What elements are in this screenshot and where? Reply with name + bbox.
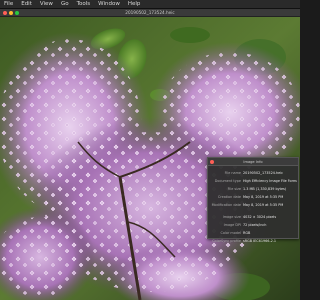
menu-view[interactable]: View	[40, 0, 53, 9]
info-label: File name	[224, 171, 241, 175]
info-row-color-model: Color model RGB	[211, 229, 297, 237]
info-value: 72 pixels/inch	[243, 223, 267, 227]
info-row-file-name: File name 20190502_173524.heic	[211, 169, 297, 177]
info-value: May 8, 2019 at 5:35 PM	[243, 195, 284, 199]
info-value: 20190502_173524.heic	[243, 171, 284, 175]
info-row-modification-date: Modification date May 8, 2019 at 5:35 PM	[211, 201, 297, 209]
info-value: 1.3 MB (1,330,839 bytes)	[243, 187, 287, 191]
info-label: Modification date	[211, 203, 241, 207]
info-panel-titlebar[interactable]: Image Info	[208, 158, 298, 166]
info-label: Document type	[214, 179, 241, 183]
menu-window[interactable]: Window	[98, 0, 120, 9]
viewer-screen: File Edit View Go Tools Window Help 2019…	[0, 0, 300, 300]
menu-bar: File Edit View Go Tools Window Help	[0, 0, 300, 9]
info-row-document-type: Document type High Efficiency Image File…	[211, 177, 297, 185]
info-value: sRGB IEC61966-2.1	[243, 239, 277, 243]
info-row-colorsync-profile: ColorSync profile sRGB IEC61966-2.1	[211, 237, 297, 245]
menu-help[interactable]: Help	[128, 0, 141, 9]
window-titlebar: 20190502_173524.heic	[0, 9, 300, 17]
info-label: Color model	[220, 231, 242, 235]
info-value: May 8, 2019 at 5:35 PM	[243, 203, 284, 207]
info-label: Image size	[222, 215, 241, 219]
info-row-image-dpi: Image DPI 72 pixels/inch	[211, 221, 297, 229]
info-label: Creation date	[217, 195, 241, 199]
image-info-panel[interactable]: Image Info File name 20190502_173524.hei…	[207, 157, 299, 243]
info-row-creation-date: Creation date May 8, 2019 at 5:35 PM	[211, 193, 297, 201]
menu-tools[interactable]: Tools	[77, 0, 91, 9]
info-value: RGB	[243, 231, 251, 235]
info-label: Image DPI	[223, 223, 241, 227]
info-rows: File name 20190502_173524.heic Document …	[211, 169, 297, 245]
menu-go[interactable]: Go	[61, 0, 69, 9]
info-label: File size	[227, 187, 241, 191]
menu-edit[interactable]: Edit	[21, 0, 32, 9]
info-row-file-size: File size 1.3 MB (1,330,839 bytes)	[211, 185, 297, 193]
info-row-image-size: Image size 4032 × 3024 pixels	[211, 213, 297, 221]
info-value: High Efficiency Image File Format	[243, 179, 297, 183]
info-label: ColorSync profile	[212, 239, 241, 243]
info-panel-title: Image Info	[243, 160, 263, 164]
window-title: 20190502_173524.heic	[125, 10, 175, 15]
menu-file[interactable]: File	[4, 0, 13, 9]
info-value: 4032 × 3024 pixels	[243, 215, 277, 219]
